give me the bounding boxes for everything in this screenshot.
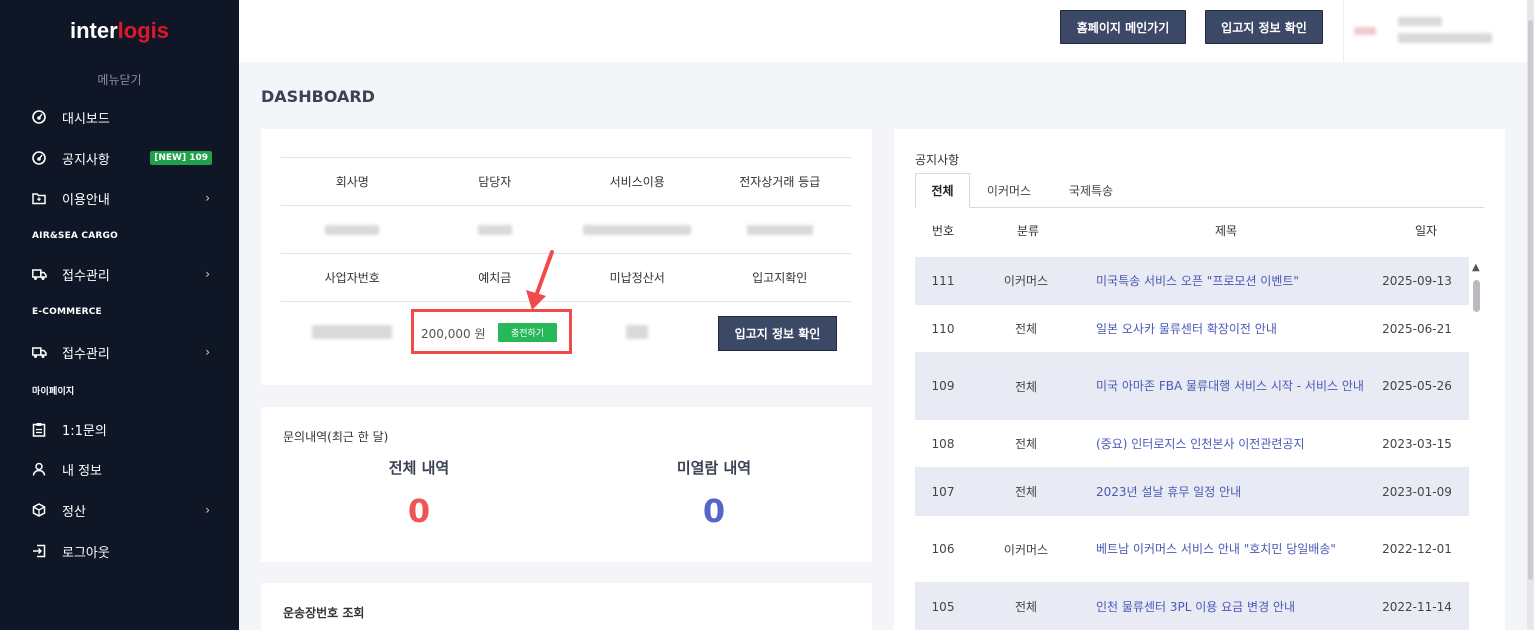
- sidebar-item-cargo-reception[interactable]: 접수관리 ›: [30, 262, 220, 286]
- nav-section-cargo: AIR&SEA CARGO: [32, 231, 118, 241]
- notice-title: 공지사항: [915, 153, 960, 167]
- notice-link[interactable]: (중요) 인터로지스 인천본사 이전관련공지: [1096, 420, 1364, 467]
- menu-close-button[interactable]: 메뉴닫기: [0, 71, 239, 88]
- sidebar-item-dashboard[interactable]: 대시보드: [30, 105, 220, 129]
- tab-ecommerce[interactable]: 이커머스: [975, 173, 1043, 208]
- info-value-row: [281, 206, 851, 254]
- chevron-right-icon: ›: [205, 191, 210, 205]
- table-row[interactable]: 107 전체 2023년 설날 휴무 일정 안내 2023-01-09: [915, 468, 1469, 516]
- unread-inquiries-label: 미열람 내역: [676, 459, 752, 477]
- grade-redacted: [746, 224, 813, 235]
- column-header-title: 제목: [1215, 224, 1238, 238]
- table-row[interactable]: 109 전체 미국 아마존 FBA 물류대행 서비스 시작 - 서비스 안내 2…: [915, 353, 1469, 420]
- sidebar-item-my-info[interactable]: 내 정보: [30, 457, 220, 481]
- notice-link[interactable]: 인천 물류센터 3PL 이용 요금 변경 안내: [1096, 583, 1364, 630]
- page-title: DASHBOARD: [261, 87, 375, 106]
- clipboard-icon: [30, 420, 48, 438]
- table-row[interactable]: 111 이커머스 미국특송 서비스 오픈 "프로모션 이벤트" 2025-09-…: [915, 257, 1469, 305]
- notice-link[interactable]: 2023년 설날 휴무 일정 안내: [1096, 468, 1364, 515]
- truck-icon: [30, 343, 48, 361]
- column-header-no: 번호: [932, 224, 955, 238]
- total-inquiries-label: 전체 내역: [388, 459, 450, 477]
- sidebar-item-inquiry[interactable]: 1:1문의: [30, 417, 220, 441]
- sidebar-item-ecommerce-reception[interactable]: 접수관리 ›: [30, 340, 220, 364]
- table-row[interactable]: 108 전체 (중요) 인터로지스 인천본사 이전관련공지 2023-03-15: [915, 420, 1469, 468]
- notice-link[interactable]: 미국 아마존 FBA 물류대행 서비스 시작 - 서비스 안내: [1096, 353, 1364, 419]
- highlight-box: [411, 309, 572, 354]
- column-header-date: 일자: [1415, 224, 1438, 238]
- chevron-right-icon: ›: [205, 267, 210, 281]
- user-profile[interactable]: [1343, 0, 1505, 62]
- info-header-row: 회사명 담당자 서비스이용 전자상거래 등급: [281, 158, 851, 206]
- waybill-title: 운송장번호 조회: [283, 606, 365, 620]
- home-main-button[interactable]: 홈페이지 메인가기: [1060, 10, 1186, 44]
- total-inquiries-count[interactable]: 0: [319, 492, 519, 530]
- tab-all[interactable]: 전체: [915, 173, 970, 208]
- company-name-redacted: [325, 224, 380, 235]
- user-icon: [30, 460, 48, 478]
- notice-tabs: 전체 이커머스 국제특송: [915, 173, 1484, 208]
- nav-section-mypage: 마이페이지: [32, 387, 75, 397]
- nav-section-ecommerce: E-COMMERCE: [32, 307, 102, 317]
- truck-icon: [30, 265, 48, 283]
- top-bar: 홈페이지 메인가기 입고지 정보 확인: [239, 0, 1527, 62]
- notice-icon: [30, 149, 48, 167]
- annotation-arrow-icon: [526, 250, 554, 310]
- sidebar-item-notice[interactable]: 공지사항 [NEW] 109: [30, 146, 220, 170]
- tab-international-express[interactable]: 국제특송: [1055, 173, 1127, 208]
- scroll-up-icon[interactable]: ▲: [1472, 262, 1480, 273]
- warehouse-info-button[interactable]: 입고지 정보 확인: [1205, 10, 1323, 44]
- avatar: [1354, 27, 1376, 35]
- info-header-row-2: 사업자번호 예치금 미납정산서 입고지확인: [281, 254, 851, 302]
- warehouse-confirm-button[interactable]: 입고지 정보 확인: [718, 316, 837, 351]
- dashboard-icon: [30, 108, 48, 126]
- business-number-redacted: [312, 325, 393, 339]
- logo[interactable]: interlogis: [0, 18, 239, 44]
- notice-link[interactable]: 일본 오사카 물류센터 확장이전 안내: [1096, 305, 1364, 352]
- sidebar: interlogis 메뉴닫기 대시보드 공지사항 [NEW] 109 이용안내…: [0, 0, 239, 630]
- column-header-category: 분류: [1017, 224, 1040, 238]
- folder-icon: [30, 189, 48, 207]
- chevron-right-icon: ›: [205, 503, 210, 517]
- unpaid-redacted: [626, 325, 649, 339]
- table-row[interactable]: 110 전체 일본 오사카 물류센터 확장이전 안내 2025-06-21: [915, 305, 1469, 353]
- logout-icon: [30, 542, 48, 560]
- service-redacted: [583, 224, 692, 235]
- sidebar-item-guide[interactable]: 이용안내 ›: [30, 186, 220, 210]
- manager-redacted: [477, 224, 512, 235]
- notice-new-badge: [NEW] 109: [150, 151, 212, 165]
- sidebar-item-settlement[interactable]: 정산 ›: [30, 498, 220, 522]
- chevron-right-icon: ›: [205, 345, 210, 359]
- unread-inquiries-count[interactable]: 0: [614, 492, 814, 530]
- inquiry-title: 문의내역(최근 한 달): [283, 430, 389, 444]
- notice-link[interactable]: 베트남 이커머스 서비스 안내 "호치민 당일배송": [1096, 516, 1364, 582]
- notice-scrollbar[interactable]: ▲: [1470, 262, 1484, 630]
- page-scrollbar[interactable]: [1527, 0, 1534, 630]
- table-row[interactable]: 105 전체 인천 물류센터 3PL 이용 요금 변경 안내 2022-11-1…: [915, 583, 1469, 630]
- box-icon: [30, 501, 48, 519]
- table-row[interactable]: 106 이커머스 베트남 이커머스 서비스 안내 "호치민 당일배송" 2022…: [915, 516, 1469, 583]
- user-name-redacted: [1398, 17, 1442, 26]
- notice-link[interactable]: 미국특송 서비스 오픈 "프로모션 이벤트": [1096, 257, 1364, 304]
- sidebar-item-logout[interactable]: 로그아웃: [30, 539, 220, 563]
- user-email-redacted: [1398, 33, 1492, 43]
